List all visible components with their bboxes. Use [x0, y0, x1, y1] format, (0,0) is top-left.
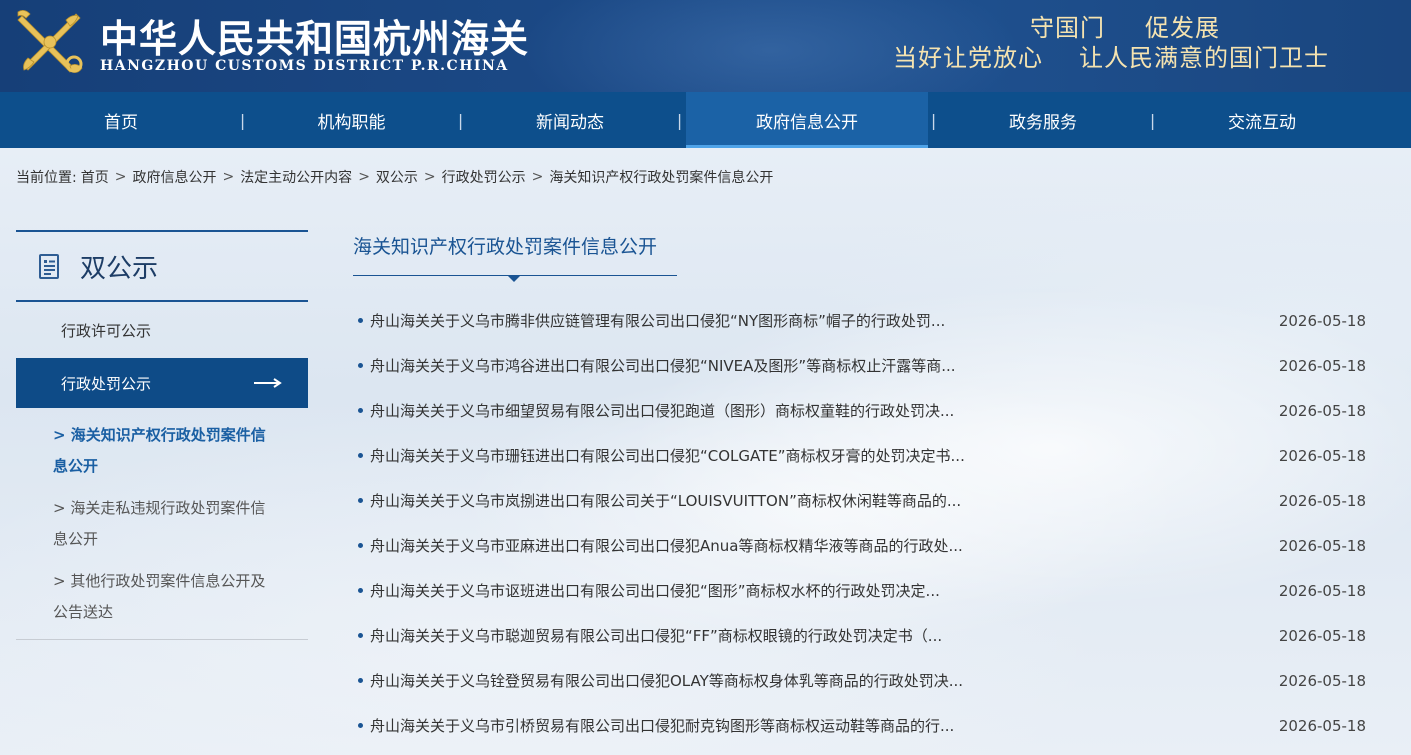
main-content: 海关知识产权行政处罚案件信息公开 舟山海关关于义乌市腾非供应链管理有限公司出口侵…	[353, 230, 1366, 748]
article-date: 2026-05-18	[1278, 356, 1366, 375]
article-title[interactable]: 舟山海关关于义乌市讴班进出口有限公司出口侵犯“图形”商标权水杯的行政处罚决定..…	[370, 580, 940, 601]
list-item[interactable]: 舟山海关关于义乌市鸿谷进出口有限公司出口侵犯“NIVEA及图形”等商标权止汗露等…	[353, 343, 1366, 388]
subnav-item-other-penalty[interactable]: > 其他行政处罚案件信息公开及公告送达	[53, 566, 278, 628]
list-item[interactable]: 舟山海关关于义乌市引桥贸易有限公司出口侵犯耐克钩图形等商标权运动鞋等商品的行..…	[353, 703, 1366, 748]
list-item[interactable]: 舟山海关关于义乌铨登贸易有限公司出口侵犯OLAY等商标权身体乳等商品的行政处罚决…	[353, 658, 1366, 703]
article-date: 2026-05-18	[1278, 671, 1366, 690]
nav-item-news[interactable]: 新闻动态	[461, 92, 679, 148]
list-item[interactable]: 舟山海关关于义乌市亚麻进出口有限公司出口侵犯Anua等商标权精华液等商品的行政处…	[353, 523, 1366, 568]
list-item[interactable]: 舟山海关关于义乌市腾非供应链管理有限公司出口侵犯“NY图形商标”帽子的行政处罚.…	[353, 298, 1366, 343]
list-item[interactable]: 舟山海关关于义乌市珊钰进出口有限公司出口侵犯“COLGATE”商标权牙膏的处罚决…	[353, 433, 1366, 478]
article-title[interactable]: 舟山海关关于义乌市引桥贸易有限公司出口侵犯耐克钩图形等商标权运动鞋等商品的行..…	[370, 715, 954, 736]
breadcrumb-item[interactable]: 法定主动公开内容	[240, 167, 352, 187]
list-item[interactable]: 舟山海关关于义乌市岚捌进出口有限公司关于“LOUISVUITTON”商标权休闲鞋…	[353, 478, 1366, 523]
nav-item-gov-info[interactable]: 政府信息公开	[686, 92, 928, 148]
bullet-icon	[358, 453, 363, 458]
article-date: 2026-05-18	[1278, 491, 1366, 510]
sidebar-item-label: 行政许可公示	[61, 321, 152, 340]
article-title[interactable]: 舟山海关关于义乌市岚捌进出口有限公司关于“LOUISVUITTON”商标权休闲鞋…	[370, 490, 961, 511]
article-title[interactable]: 舟山海关关于义乌市亚麻进出口有限公司出口侵犯Anua等商标权精华液等商品的行政处…	[370, 535, 963, 556]
sidebar-item-penalty[interactable]: 行政处罚公示	[16, 358, 308, 408]
customs-emblem-icon[interactable]	[14, 6, 86, 78]
arrow-right-icon	[254, 378, 282, 388]
sidebar-divider	[16, 639, 308, 640]
nav-item-interaction[interactable]: 交流互动	[1153, 92, 1371, 148]
bullet-icon	[358, 318, 363, 323]
list-item[interactable]: 舟山海关关于义乌市聪迦贸易有限公司出口侵犯“FF”商标权眼镜的行政处罚决定书（.…	[353, 613, 1366, 658]
nav-item-services[interactable]: 政务服务	[934, 92, 1152, 148]
article-date: 2026-05-18	[1278, 536, 1366, 555]
section-title: 海关知识产权行政处罚案件信息公开	[353, 230, 677, 282]
article-date: 2026-05-18	[1278, 311, 1366, 330]
sidebar-subnav: > 海关知识产权行政处罚案件信息公开 > 海关走私违规行政处罚案件信息公开 > …	[16, 408, 308, 628]
article-title[interactable]: 舟山海关关于义乌市细望贸易有限公司出口侵犯跑道（图形）商标权童鞋的行政处罚决..…	[370, 400, 954, 421]
breadcrumb-item[interactable]: 双公示	[376, 167, 418, 187]
bullet-icon	[358, 723, 363, 728]
breadcrumb-separator: >	[222, 169, 235, 185]
title-pointer-icon	[508, 276, 520, 282]
article-title[interactable]: 舟山海关关于义乌市鸿谷进出口有限公司出口侵犯“NIVEA及图形”等商标权止汗露等…	[370, 355, 956, 376]
slogan-text: 让人民满意的国门卫士	[1079, 44, 1329, 72]
bullet-icon	[358, 363, 363, 368]
breadcrumb-current[interactable]: 海关知识产权行政处罚案件信息公开	[549, 167, 773, 187]
breadcrumb-item[interactable]: 首页	[81, 167, 109, 187]
breadcrumb-separator: >	[114, 169, 127, 185]
slogan-line-2: 当好让党放心 让人民满意的国门卫士	[893, 38, 1329, 73]
breadcrumb: 当前位置: 首页 > 政府信息公开 > 法定主动公开内容 > 双公示 > 行政处…	[16, 166, 773, 188]
list-item[interactable]: 舟山海关关于义乌市讴班进出口有限公司出口侵犯“图形”商标权水杯的行政处罚决定..…	[353, 568, 1366, 613]
bullet-icon	[358, 408, 363, 413]
sidebar-header: 双公示	[16, 230, 308, 302]
breadcrumb-lead: 当前位置:	[16, 170, 77, 186]
article-title[interactable]: 舟山海关关于义乌市聪迦贸易有限公司出口侵犯“FF”商标权眼镜的行政处罚决定书（.…	[370, 625, 942, 646]
site-header: 中华人民共和国杭州海关 HANGZHOU CUSTOMS DISTRICT P.…	[0, 0, 1411, 92]
breadcrumb-item[interactable]: 政府信息公开	[132, 167, 216, 187]
nav-item-home[interactable]: 首页	[0, 92, 242, 148]
breadcrumb-separator: >	[358, 169, 370, 185]
article-list: 舟山海关关于义乌市腾非供应链管理有限公司出口侵犯“NY图形商标”帽子的行政处罚.…	[353, 298, 1366, 748]
section-title-text: 海关知识产权行政处罚案件信息公开	[353, 236, 658, 258]
article-title[interactable]: 舟山海关关于义乌市珊钰进出口有限公司出口侵犯“COLGATE”商标权牙膏的处罚决…	[370, 445, 965, 466]
slogan-text: 当好让党放心	[893, 44, 1043, 72]
list-item[interactable]: 舟山海关关于义乌市细望贸易有限公司出口侵犯跑道（图形）商标权童鞋的行政处罚决..…	[353, 388, 1366, 433]
site-title: 中华人民共和国杭州海关	[100, 16, 530, 61]
subnav-item-smuggling-penalty[interactable]: > 海关走私违规行政处罚案件信息公开	[53, 493, 278, 555]
sidebar-item-label: 行政处罚公示	[61, 374, 152, 393]
bullet-icon	[358, 633, 363, 638]
bullet-icon	[358, 543, 363, 548]
sidebar-item-license[interactable]: 行政许可公示	[16, 302, 308, 358]
bullet-icon	[358, 498, 363, 503]
article-date: 2026-05-18	[1278, 581, 1366, 600]
sidebar-title: 双公示	[80, 253, 159, 284]
article-title[interactable]: 舟山海关关于义乌铨登贸易有限公司出口侵犯OLAY等商标权身体乳等商品的行政处罚决…	[370, 670, 963, 691]
nav-item-institution[interactable]: 机构职能	[243, 92, 460, 148]
article-date: 2026-05-18	[1278, 626, 1366, 645]
document-icon	[39, 254, 59, 279]
site-subtitle: HANGZHOU CUSTOMS DISTRICT P.R.CHINA	[100, 58, 509, 74]
breadcrumb-separator: >	[531, 169, 544, 185]
article-date: 2026-05-18	[1278, 716, 1366, 735]
article-date: 2026-05-18	[1278, 446, 1366, 465]
article-date: 2026-05-18	[1278, 401, 1366, 420]
subnav-item-ip-penalty[interactable]: > 海关知识产权行政处罚案件信息公开	[53, 420, 278, 482]
bullet-icon	[358, 678, 363, 683]
sidebar: 双公示 行政许可公示 行政处罚公示 > 海关知识产权行政处罚案件信息公开 > 海…	[16, 230, 308, 640]
breadcrumb-separator: >	[423, 169, 436, 185]
bullet-icon	[358, 588, 363, 593]
nav-separator: |	[676, 110, 683, 130]
main-nav: 首页 | 机构职能 | 新闻动态 | 政府信息公开 | 政务服务 | 交流互动	[0, 92, 1411, 148]
article-title[interactable]: 舟山海关关于义乌市腾非供应链管理有限公司出口侵犯“NY图形商标”帽子的行政处罚.…	[370, 310, 945, 331]
breadcrumb-item[interactable]: 行政处罚公示	[442, 167, 526, 187]
